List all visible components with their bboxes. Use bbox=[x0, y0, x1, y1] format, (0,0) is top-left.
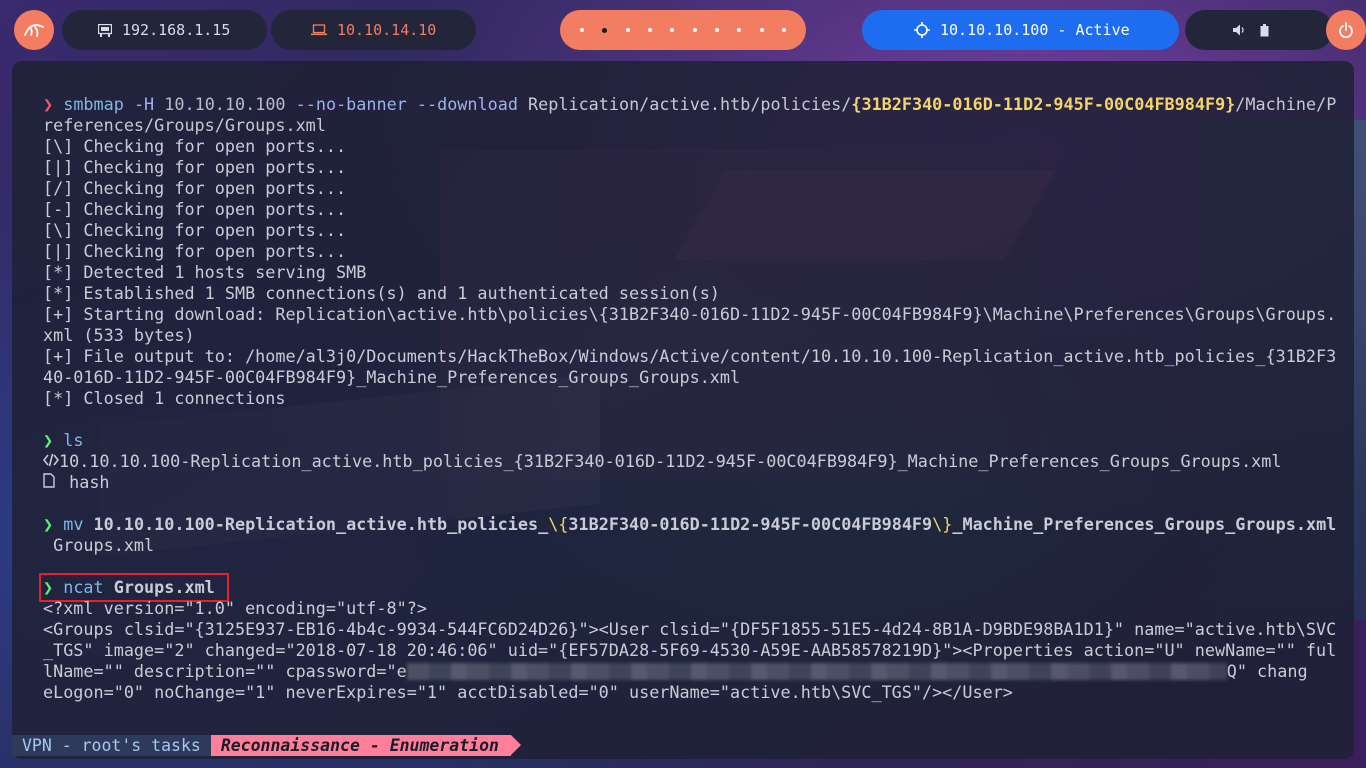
xml-file-icon bbox=[42, 451, 60, 472]
output-line: [+] File output to: /home/al3j0/Document… bbox=[43, 346, 1337, 366]
output-line: 40-016D-11D2-945F-00C04FB984F9}_Machine_… bbox=[43, 367, 741, 387]
workspace-6[interactable] bbox=[692, 28, 697, 32]
output-line: [*] Closed 1 connections bbox=[43, 388, 286, 408]
command-name: smbmap bbox=[63, 94, 124, 114]
redacted-cpassword bbox=[406, 663, 1227, 680]
escape-char: \} bbox=[932, 514, 953, 534]
workspace-3[interactable] bbox=[625, 28, 630, 32]
command-flag: --download bbox=[416, 94, 518, 114]
output-line: [\] Checking for open ports... bbox=[43, 136, 347, 156]
output-line: <Groups clsid="{3125E937-EB16-4b4c-9934-… bbox=[43, 619, 1337, 639]
output-text: Q" chang bbox=[1226, 661, 1308, 681]
command-arg: Groups.xml bbox=[113, 577, 215, 597]
output-line: <?xml version="1.0" encoding="utf-8"?> bbox=[43, 598, 427, 618]
terminal-window[interactable]: ❯ smbmap -H 10.10.10.100 --no-banner --d… bbox=[12, 61, 1354, 759]
command-flag: -H bbox=[133, 94, 155, 114]
command-line-wrap: Groups.xml bbox=[43, 535, 155, 555]
crosshair-icon bbox=[914, 22, 930, 38]
output-line: lName="" description="" cpassword="e Q" c… bbox=[43, 661, 1354, 682]
network-card-icon bbox=[98, 23, 112, 37]
command-arg: 10.10.10.100 bbox=[164, 94, 286, 114]
power-button[interactable] bbox=[1326, 10, 1366, 50]
output-line: [/] Checking for open ports... bbox=[43, 178, 347, 198]
output-line: [-] Checking for open ports... bbox=[43, 199, 347, 219]
laptop-icon bbox=[311, 24, 327, 36]
output-line: [|] Checking for open ports... bbox=[43, 157, 347, 177]
workspace-7[interactable] bbox=[714, 28, 719, 32]
output-line: [+] Starting download: Replication\activ… bbox=[43, 304, 1337, 324]
ls-file-name: hash bbox=[69, 472, 110, 492]
highlight-annotation: ❯ ncat Groups.xml bbox=[39, 573, 229, 602]
tmux-status-bar: VPN - root's tasks Reconnaissance - Enum… bbox=[12, 735, 522, 756]
battery-icon[interactable] bbox=[1260, 23, 1269, 37]
output-line: [\] Checking for open ports... bbox=[43, 220, 347, 240]
target-indicator[interactable]: 10.10.10.100 - Active bbox=[862, 10, 1179, 50]
workspace-1[interactable] bbox=[580, 28, 584, 32]
output-line: [*] Detected 1 hosts serving SMB bbox=[43, 262, 367, 282]
workspace-2[interactable] bbox=[602, 27, 608, 33]
output-line: xml (533 bytes) bbox=[43, 325, 195, 345]
kali-dragon-icon bbox=[24, 24, 44, 37]
output-line: eLogon="0" noChange="1" neverExpires="1"… bbox=[43, 682, 1013, 702]
escape-char: \{ bbox=[548, 514, 569, 534]
session-name[interactable]: VPN - root's tasks bbox=[12, 735, 211, 756]
prompt-chevron: ❯ bbox=[43, 514, 64, 534]
document-icon bbox=[43, 472, 59, 493]
workspace-9[interactable] bbox=[759, 28, 764, 32]
command-line-ls: ❯ ls bbox=[43, 430, 1354, 451]
command-arg: 10.10.10.100-Replication_active.htb_poli… bbox=[93, 514, 549, 534]
command-line-mv: ❯ mv 10.10.10.100-Replication_active.htb… bbox=[43, 514, 1354, 535]
power-icon bbox=[1339, 22, 1353, 38]
ls-entry: 10.10.10.100-Replication_active.htb_poli… bbox=[42, 451, 1354, 472]
system-tray bbox=[1185, 10, 1333, 50]
command-name: ncat bbox=[63, 577, 104, 597]
command-arg: _Machine_Preferences_Groups_Groups.xml bbox=[952, 514, 1337, 534]
ls-file-name: 10.10.10.100-Replication_active.htb_poli… bbox=[59, 451, 1282, 471]
target-text: 10.10.10.100 - Active bbox=[940, 21, 1130, 39]
ls-entry: hash bbox=[43, 472, 1354, 493]
command-arg-guid: {31B2F340-016D-11D2-945F-00C04FB984F9} bbox=[851, 94, 1236, 114]
prompt-chevron: ❯ bbox=[43, 94, 64, 114]
output-line: _TGS" image="2" changed="2018-07-18 20:4… bbox=[43, 640, 1337, 660]
command-line-ncat: ❯ ncat Groups.xml bbox=[39, 573, 1354, 602]
output-text: lName="" description="" cpassword="e bbox=[43, 661, 407, 681]
local-ip-indicator[interactable]: 192.168.1.15 bbox=[62, 10, 267, 50]
workspace-10[interactable] bbox=[781, 28, 786, 32]
distro-logo-button[interactable] bbox=[14, 10, 54, 50]
local-ip-text: 192.168.1.15 bbox=[122, 21, 231, 39]
command-line-wrap: references/Groups/Groups.xml bbox=[43, 115, 326, 135]
command-arg: /Machine/P bbox=[1235, 94, 1337, 114]
workspace-switcher bbox=[560, 10, 806, 50]
window-name[interactable]: Reconnaissance - Enumeration bbox=[210, 735, 522, 756]
command-line-smbmap: ❯ smbmap -H 10.10.10.100 --no-banner --d… bbox=[43, 94, 1354, 115]
workspace-5[interactable] bbox=[670, 28, 675, 32]
workspace-4[interactable] bbox=[647, 28, 652, 32]
vpn-ip-indicator[interactable]: 10.10.14.10 bbox=[271, 10, 476, 50]
prompt-chevron: ❯ bbox=[43, 430, 64, 450]
command-arg: 31B2F340-016D-11D2-945F-00C04FB984F9 bbox=[568, 514, 933, 534]
command-arg: Replication/active.htb/policies/ bbox=[528, 94, 852, 114]
command-flag: --no-banner bbox=[295, 94, 407, 114]
command-name: ls bbox=[63, 430, 84, 450]
output-line: [*] Established 1 SMB connections(s) and… bbox=[43, 283, 720, 303]
vpn-ip-text: 10.10.14.10 bbox=[337, 21, 437, 39]
workspace-8[interactable] bbox=[737, 28, 742, 32]
command-name: mv bbox=[63, 514, 84, 534]
prompt-chevron: ❯ bbox=[43, 577, 64, 597]
volume-icon[interactable] bbox=[1233, 24, 1246, 36]
output-line: [|] Checking for open ports... bbox=[43, 241, 347, 261]
